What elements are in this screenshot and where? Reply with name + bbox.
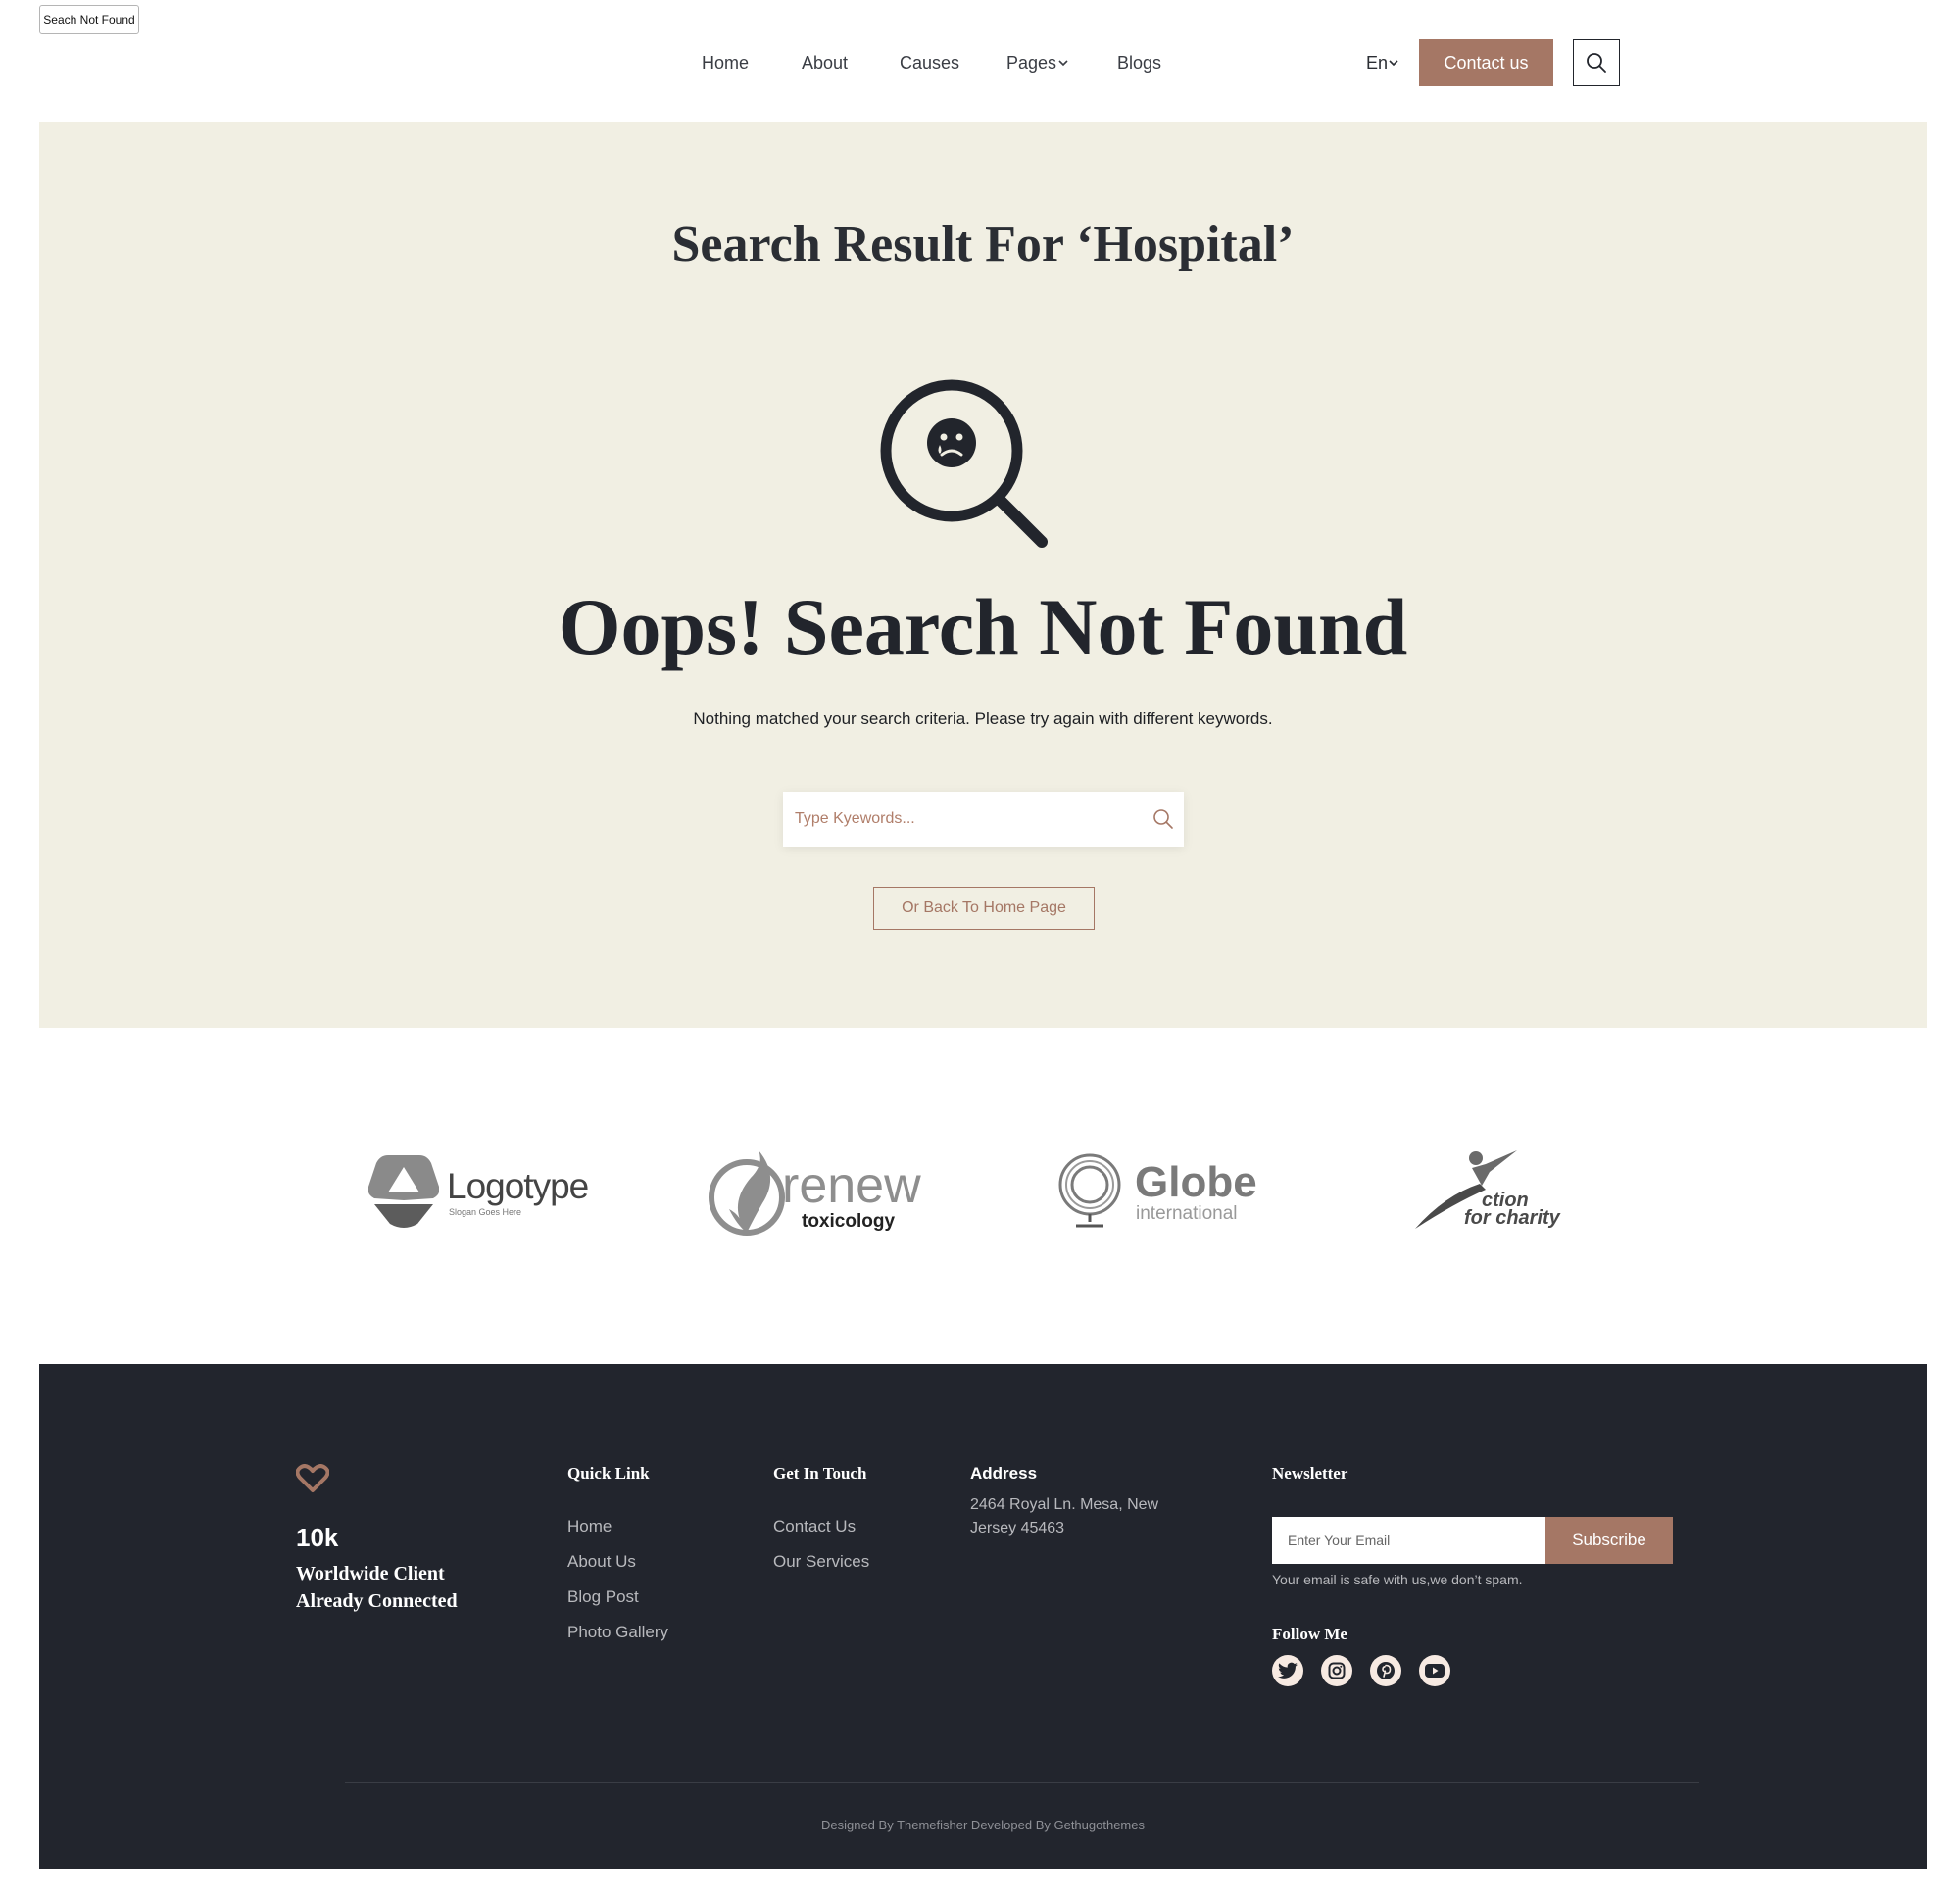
twitter-link[interactable] — [1272, 1655, 1303, 1686]
globe-name: Globe — [1135, 1158, 1257, 1206]
nav-pages-label: Pages — [1006, 53, 1057, 73]
footer-link-about-us[interactable]: About Us — [567, 1552, 636, 1572]
follow-me-title: Follow Me — [1272, 1625, 1348, 1643]
hero-section: Search Result For ‘Hospital’ Oops! Searc… — [39, 122, 1927, 1028]
charity-line2: for charity — [1464, 1207, 1560, 1229]
back-home-button[interactable]: Or Back To Home Page — [873, 887, 1095, 930]
logotype-slogan: Slogan Goes Here — [449, 1207, 522, 1217]
address-text: 2464 Royal Ln. Mesa, New Jersey 45463 — [970, 1496, 1159, 1536]
contact-button[interactable]: Contact us — [1419, 39, 1553, 86]
renew-sub: toxicology — [802, 1211, 896, 1232]
youtube-icon — [1425, 1664, 1445, 1678]
footer-divider — [345, 1782, 1699, 1783]
footer-link-contact-us[interactable]: Contact Us — [773, 1517, 856, 1536]
nav-causes[interactable]: Causes — [900, 51, 959, 74]
nav-home[interactable]: Home — [702, 51, 749, 74]
nav-about[interactable]: About — [802, 51, 848, 74]
sad-magnifier-icon — [880, 379, 1048, 548]
globe-sub: international — [1136, 1203, 1238, 1224]
footer-link-blog-post[interactable]: Blog Post — [567, 1587, 639, 1607]
header-search-button[interactable] — [1573, 39, 1620, 86]
renew-name: renew — [782, 1157, 921, 1214]
footer-link-our-services[interactable]: Our Services — [773, 1552, 869, 1572]
search-input[interactable] — [783, 792, 1136, 847]
pinterest-icon — [1377, 1662, 1395, 1679]
newsletter-email-input[interactable] — [1272, 1517, 1545, 1564]
partner-logo-globe: Globe international — [1056, 1146, 1282, 1235]
nav-pages[interactable]: Pages — [1006, 51, 1068, 74]
newsletter-note: Your email is safe with us,we don’t spam… — [1272, 1572, 1523, 1587]
newsletter-title: Newsletter — [1272, 1464, 1348, 1483]
get-in-touch-title: Get In Touch — [773, 1464, 867, 1483]
footer: 10k Worldwide Client Already Connected Q… — [39, 1364, 1927, 1869]
instagram-link[interactable] — [1321, 1655, 1352, 1686]
main-nav: Home About Causes Pages Blogs — [0, 51, 1960, 74]
renew-leaf-icon — [709, 1150, 785, 1236]
quick-link-title: Quick Link — [567, 1464, 650, 1483]
search-icon — [1587, 53, 1606, 73]
logotype-name: Logotype — [447, 1166, 589, 1206]
footer-link-home[interactable]: Home — [567, 1517, 612, 1536]
twitter-icon — [1278, 1662, 1298, 1679]
language-selector[interactable]: En — [1366, 51, 1398, 74]
search-form — [783, 792, 1184, 847]
heart-icon — [296, 1464, 329, 1492]
client-count: 10k — [296, 1523, 339, 1552]
chevron-down-icon — [1389, 60, 1398, 67]
partner-logo-logotype: Logotype Slogan Goes Here — [368, 1146, 589, 1235]
globe-icon — [1058, 1153, 1121, 1228]
language-label: En — [1366, 53, 1389, 73]
instagram-icon — [1328, 1662, 1346, 1679]
logotype-mark-icon — [368, 1155, 439, 1228]
pinterest-link[interactable] — [1370, 1655, 1401, 1686]
not-found-heading: Oops! Search Not Found — [558, 582, 1408, 671]
address-title: Address — [970, 1464, 1038, 1483]
subscribe-button[interactable]: Subscribe — [1545, 1517, 1673, 1564]
nav-blogs[interactable]: Blogs — [1117, 51, 1161, 74]
footer-link-photo-gallery[interactable]: Photo Gallery — [567, 1623, 668, 1642]
chevron-down-icon — [1058, 60, 1068, 67]
copyright-text: Designed By Themefisher Developed By Get… — [820, 1818, 1145, 1832]
not-found-message: Nothing matched your search criteria. Pl… — [693, 709, 1273, 728]
partner-logo-charity: ction for charity — [1415, 1146, 1572, 1235]
youtube-link[interactable] — [1419, 1655, 1450, 1686]
partner-logo-renew: renew toxicology — [708, 1146, 923, 1236]
page-label: Seach Not Found — [39, 5, 139, 34]
client-tagline: Worldwide Client Already Connected — [296, 1563, 458, 1612]
search-icon[interactable] — [1152, 808, 1174, 830]
search-result-title: Search Result For ‘Hospital’ — [671, 217, 1295, 272]
